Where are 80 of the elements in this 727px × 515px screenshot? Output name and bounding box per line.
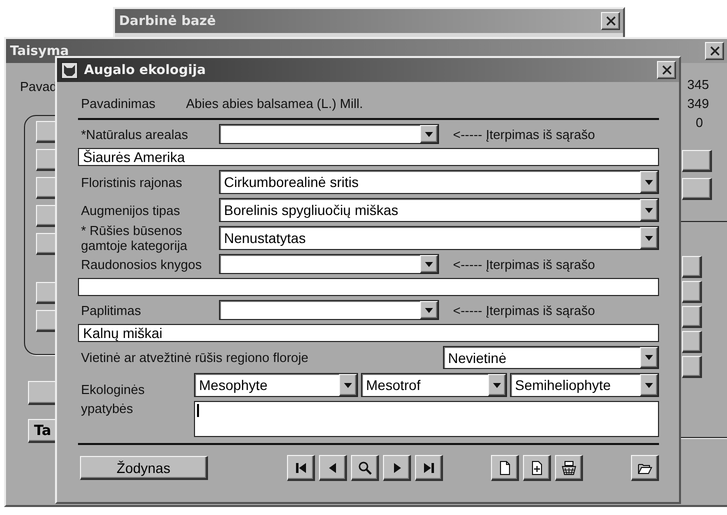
dropdown[interactable] [219,254,439,274]
field-label: *Natūralus arealas [80,126,189,142]
dropdown-button[interactable] [640,374,658,396]
dropdown[interactable]: Borelinis spygliuočių miškas [219,198,659,222]
new-button[interactable] [491,455,519,481]
text-cursor [197,404,199,417]
caret-icon [645,180,653,184]
field-label: Floristinis rajonas [80,174,184,190]
dropdown[interactable]: Semiheliophyte [510,373,659,397]
close-button[interactable] [657,61,676,79]
text-field[interactable]: Kalnų miškai [78,324,659,342]
count-value: 0 [696,115,703,130]
caret-icon [645,382,653,388]
dropdown[interactable]: Nenustatytas [219,226,659,250]
dropdown-button[interactable] [420,125,438,143]
search-icon [356,460,372,476]
basket-button[interactable] [555,455,583,481]
plant-name: Abies abies balsamea (L.) Mill. [186,96,364,110]
search-button[interactable] [351,455,379,481]
caret-icon [425,308,433,312]
close-button[interactable] [601,12,620,30]
field-label: Ekologinės ypatybės [80,381,146,418]
text-area[interactable] [194,401,659,437]
basket-icon [560,460,576,476]
text-field[interactable] [78,278,659,296]
field-label: Augmenijos tipas [80,202,181,218]
blank-button[interactable] [682,356,702,378]
dropdown-button[interactable] [640,171,658,193]
add-button[interactable] [523,455,551,481]
field-label: Paplitimas [80,302,142,318]
first-button[interactable] [287,455,315,481]
window-title: Darbinė bazė [119,14,217,28]
caret-icon [425,262,433,266]
dropdown[interactable]: Mesophyte [194,373,358,397]
blank-button[interactable] [682,256,702,278]
dropdown[interactable]: Cirkumborealinė sritis [219,170,659,194]
close-icon [710,46,720,56]
dropdown-button[interactable] [488,374,506,396]
caret-icon [645,236,653,240]
blank-button[interactable] [682,306,702,328]
next-button[interactable] [383,455,411,481]
close-icon [606,16,616,26]
dropdown-button[interactable] [339,374,357,396]
text-field[interactable]: Šiaurės Amerika [78,148,659,166]
blank-button[interactable] [682,178,712,200]
dropdown[interactable] [219,300,439,320]
dropdown[interactable]: Mesotrof [361,373,507,397]
blank-button[interactable] [682,331,702,353]
hint-text: <----- Įterpimas iš sąrašo [453,126,595,142]
app-icon [61,62,78,78]
field-label: Raudonosios knygos [80,256,203,272]
caret-icon [645,355,653,360]
dropdown-button[interactable] [640,199,658,221]
open-button[interactable] [631,455,659,481]
window-title: Augalo ekologija [84,62,207,78]
last-button[interactable] [415,455,443,481]
dropdown-button[interactable] [420,255,438,273]
close-icon [662,65,672,75]
field-label: * Rūšies būsenos gamtoje kategorija [80,223,188,253]
hint-text: <----- Įterpimas iš sąrašo [453,302,595,318]
dropdown-button[interactable] [640,347,658,368]
blank-button[interactable] [682,150,712,172]
caret-icon [493,382,501,388]
field-label: Pavadinimas [81,96,156,110]
window-title: Taisyma [10,44,70,58]
close-button[interactable] [705,42,724,60]
dropdown[interactable] [219,124,439,144]
dropdown[interactable]: Nevietinė [443,346,659,369]
dropdown-button[interactable] [420,301,438,319]
field-label: Vietinė ar atvežtinė rūšis regiono floroje [80,350,310,365]
dropdown-button[interactable] [640,227,658,249]
caret-icon [645,208,653,212]
dictionary-button[interactable]: Žodynas [80,456,208,480]
previous-button[interactable] [319,455,347,481]
blank-button[interactable] [682,281,702,303]
hint-text: <----- Įterpimas iš sąrašo [453,256,595,272]
count-value: 349 [687,96,709,111]
caret-icon [344,382,352,388]
caret-icon [425,132,433,136]
count-value: 345 [687,77,709,92]
